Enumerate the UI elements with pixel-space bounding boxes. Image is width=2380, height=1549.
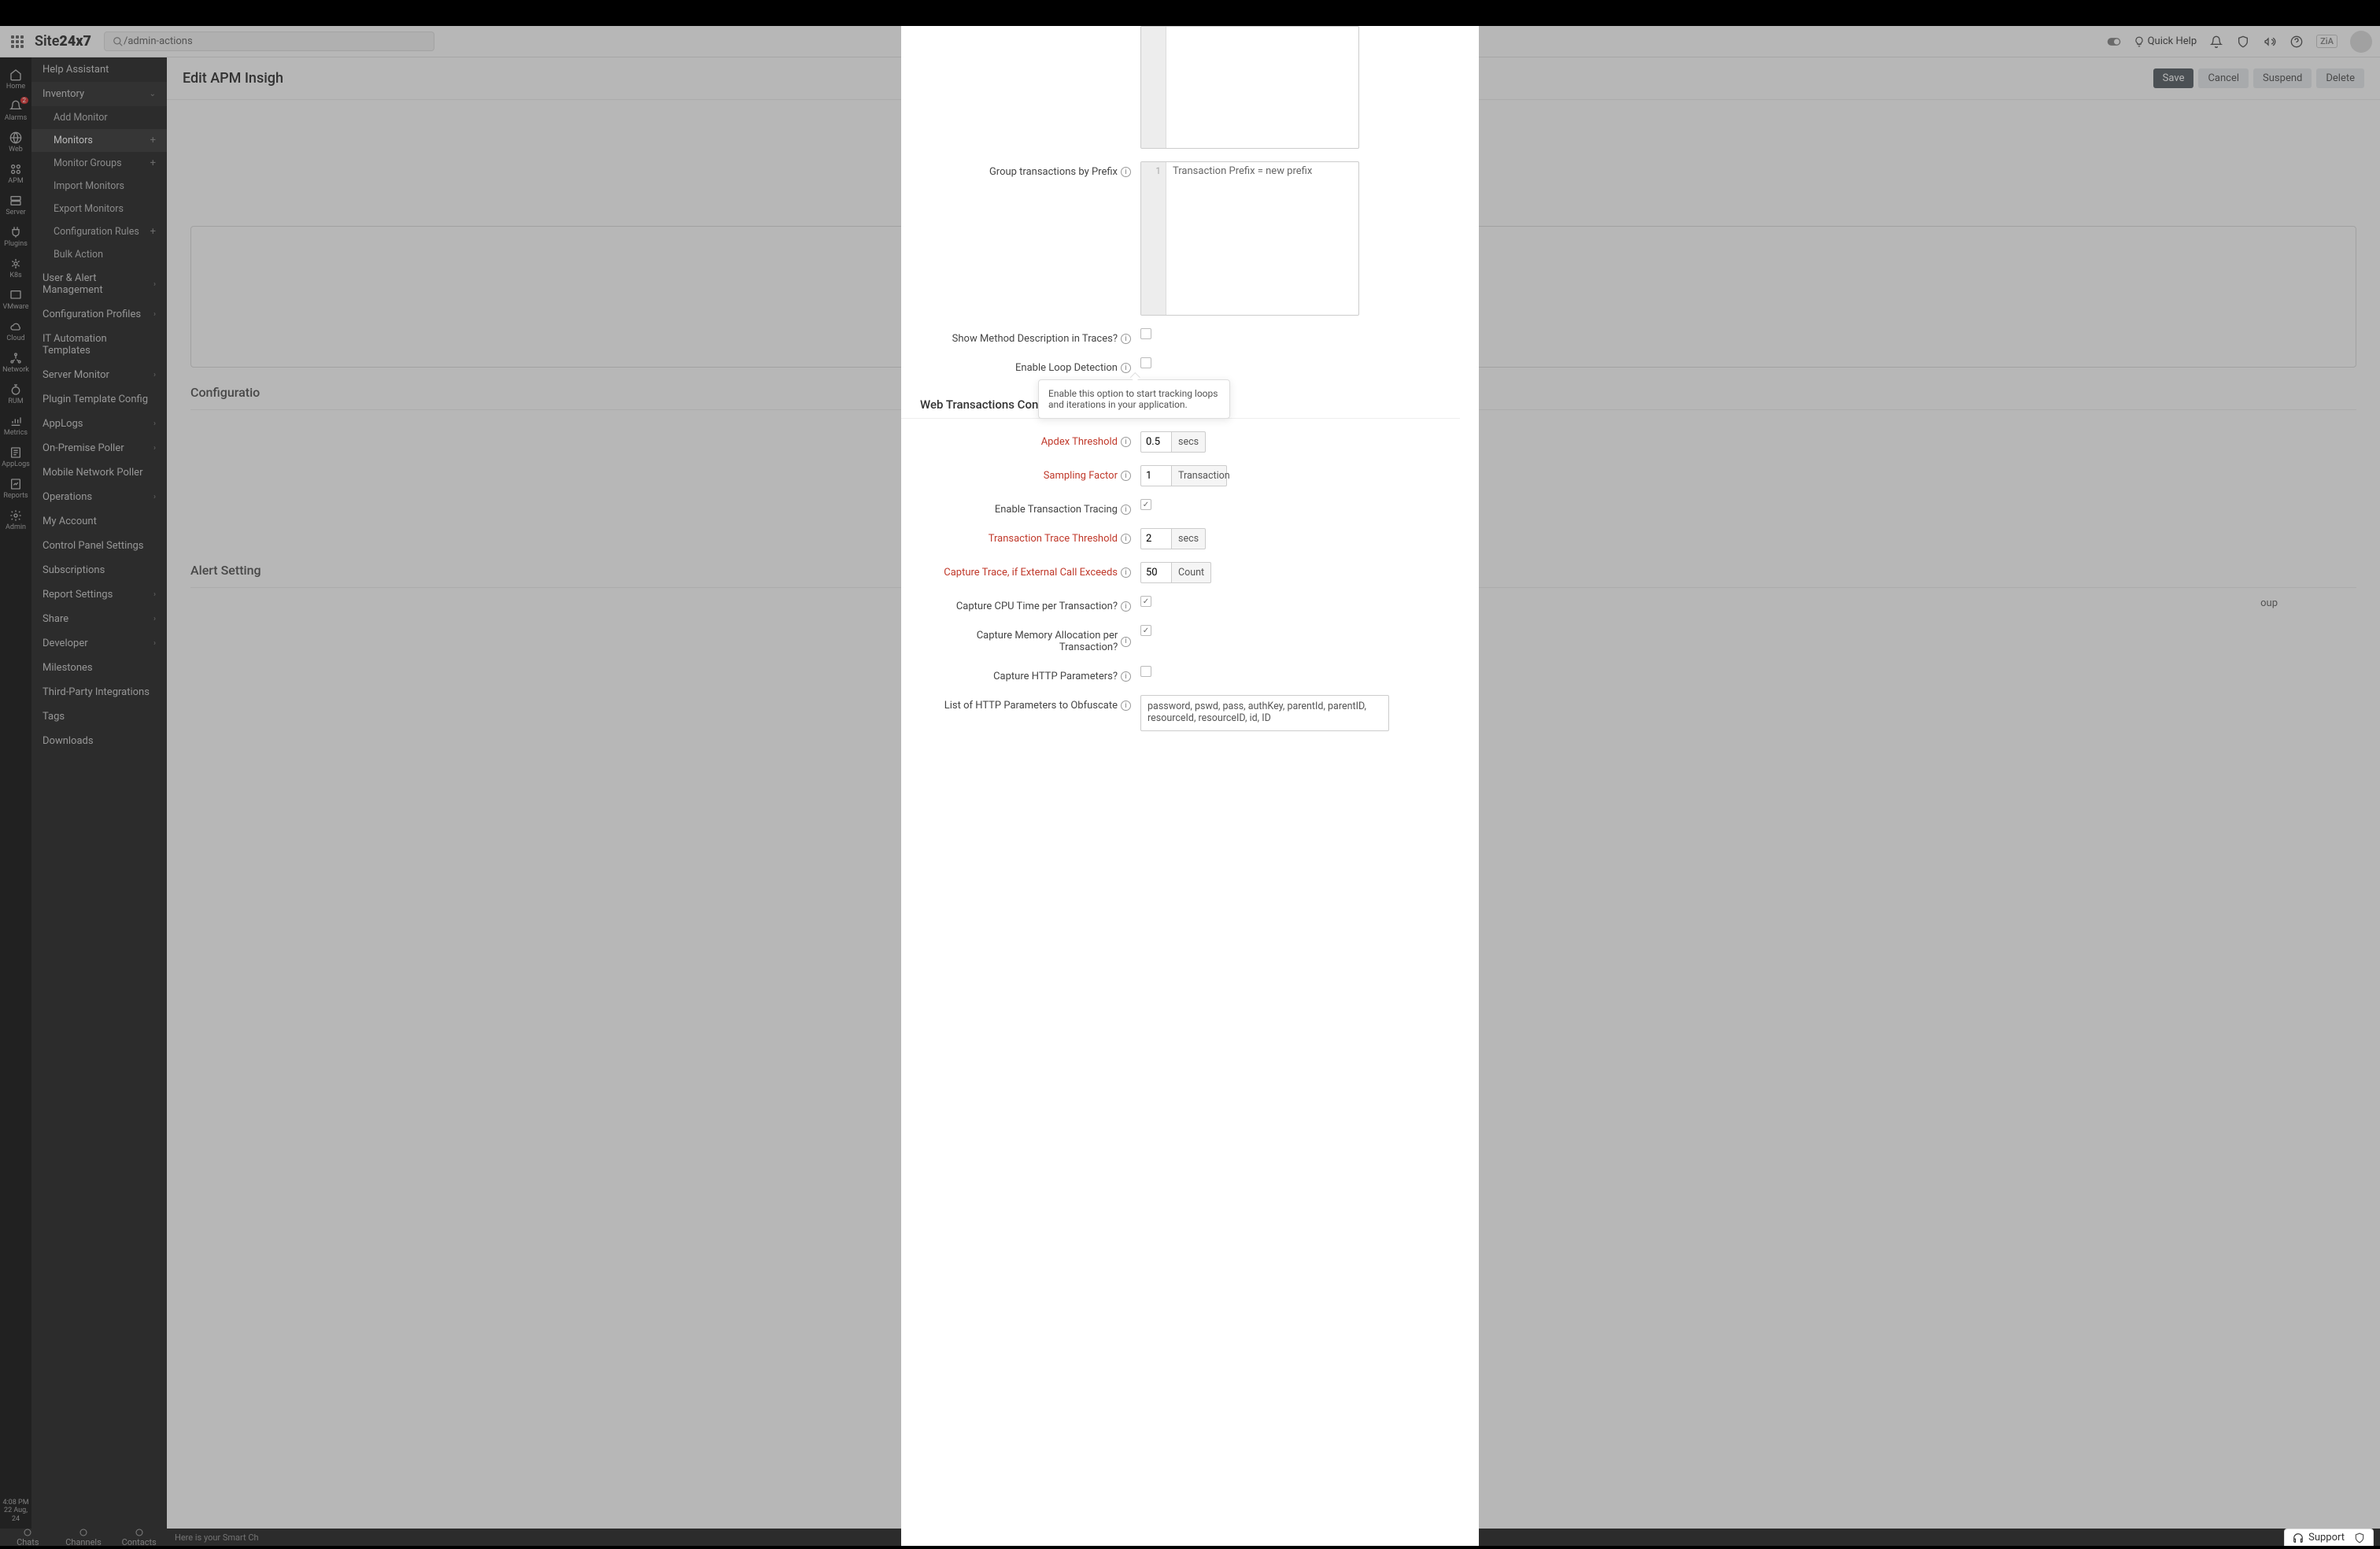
input-apdex[interactable] (1140, 431, 1172, 453)
info-icon[interactable]: i (1121, 471, 1131, 481)
unit-capture-ext: Count (1172, 562, 1211, 583)
checkbox-enable-tx-trace[interactable] (1140, 499, 1151, 510)
config-modal: Group transactions by Prefix i 1 Transac… (901, 26, 1479, 1546)
info-icon[interactable]: i (1121, 363, 1131, 373)
label-group-prefix: Group transactions by Prefix i (920, 161, 1140, 178)
info-icon[interactable]: i (1121, 601, 1131, 612)
checkbox-enable-loop[interactable] (1140, 357, 1151, 368)
label-enable-loop: Enable Loop Detection i (920, 357, 1140, 374)
label-obfuscate: List of HTTP Parameters to Obfuscate i (920, 695, 1140, 712)
label-show-method-desc: Show Method Description in Traces? i (920, 328, 1140, 345)
info-icon[interactable]: i (1121, 167, 1131, 177)
label-capture-ext: Capture Trace, if External Call Exceeds … (920, 562, 1140, 579)
tooltip-enable-loop: Enable this option to start tracking loo… (1038, 379, 1230, 419)
group-prefix-editor[interactable]: 1 Transaction Prefix = new prefix (1140, 161, 1359, 316)
input-capture-ext[interactable] (1140, 562, 1172, 583)
info-icon[interactable]: i (1121, 567, 1131, 578)
support-tab[interactable]: Support (2284, 1529, 2374, 1546)
info-icon[interactable]: i (1121, 505, 1131, 515)
unit-apdex: secs (1172, 431, 1206, 453)
label-tx-trace-thresh: Transaction Trace Threshold i (920, 528, 1140, 545)
label-capture-mem: Capture Memory Allocation per Transactio… (920, 625, 1140, 653)
label-capture-http: Capture HTTP Parameters? i (920, 666, 1140, 682)
unit-tx-trace-thresh: secs (1172, 528, 1206, 549)
input-obfuscate[interactable] (1140, 695, 1389, 731)
prev-code-area[interactable] (1140, 26, 1359, 149)
info-icon[interactable]: i (1121, 637, 1131, 647)
checkbox-capture-http[interactable] (1140, 666, 1151, 677)
info-icon[interactable]: i (1121, 671, 1131, 682)
unit-sampling: Transaction (1172, 465, 1227, 486)
input-sampling[interactable] (1140, 465, 1172, 486)
label-capture-cpu: Capture CPU Time per Transaction? i (920, 596, 1140, 612)
info-icon[interactable]: i (1121, 701, 1131, 711)
info-icon[interactable]: i (1121, 334, 1131, 344)
label-sampling: Sampling Factor i (920, 465, 1140, 482)
info-icon[interactable]: i (1121, 437, 1131, 447)
checkbox-capture-mem[interactable] (1140, 625, 1151, 636)
modal-overlay: Group transactions by Prefix i 1 Transac… (0, 26, 2380, 1546)
label-apdex: Apdex Threshold i (920, 431, 1140, 448)
checkbox-capture-cpu[interactable] (1140, 596, 1151, 607)
info-icon[interactable]: i (1121, 534, 1131, 544)
input-tx-trace-thresh[interactable] (1140, 528, 1172, 549)
checkbox-show-method-desc[interactable] (1140, 328, 1151, 339)
label-enable-tx-trace: Enable Transaction Tracing i (920, 499, 1140, 516)
